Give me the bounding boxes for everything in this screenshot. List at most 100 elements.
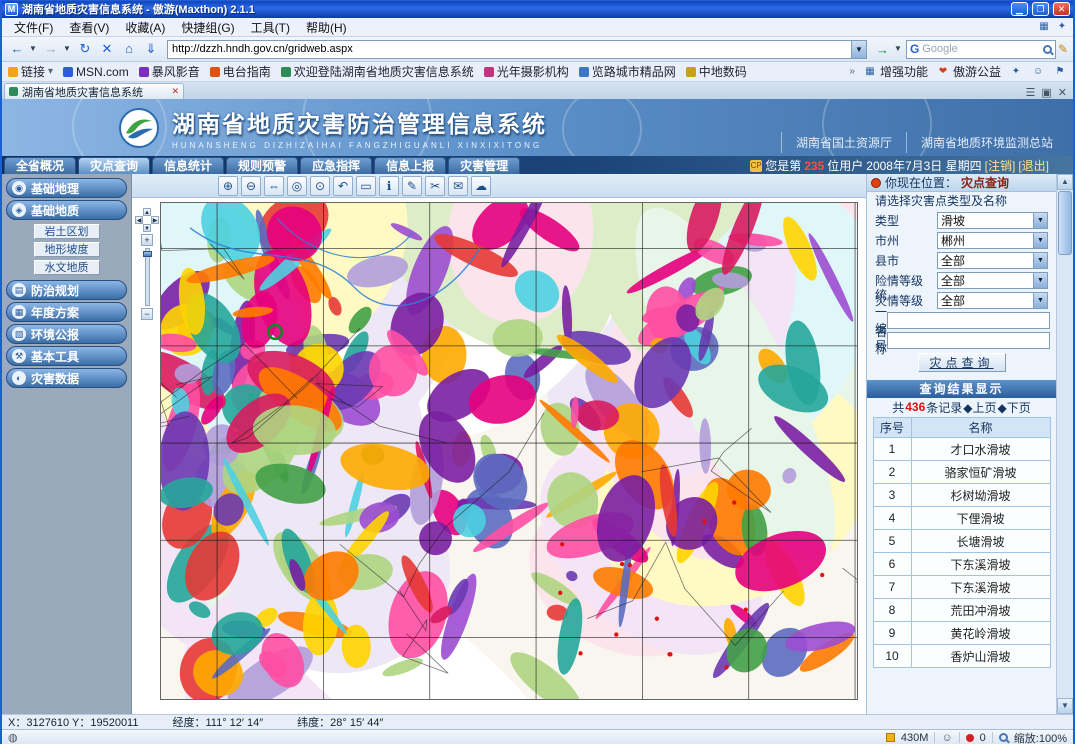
zoom-minus-button[interactable]: − [141,308,153,320]
table-row[interactable]: 4下俚滑坡 [873,507,1050,530]
scroll-down-icon[interactable]: ▼ [1057,698,1073,714]
maxthon-charity[interactable]: ❤傲游公益 [936,63,1001,80]
link-welcome-portal[interactable]: 欢迎登陆湖南省地质灾害信息系统 [281,63,474,80]
sidebar-item-prevention-plan[interactable]: ▤防治规划 [6,280,127,300]
skin-icon[interactable]: ▦ [1037,20,1051,34]
page-scrollbar[interactable]: ▲ ▼ [1056,174,1073,714]
unified-id-input[interactable] [887,312,1050,329]
map-clear-button[interactable]: ✂ [425,176,445,196]
scrollbar-thumb[interactable] [1058,191,1072,255]
map-select-button[interactable]: ▭ [356,176,376,196]
scroll-up-icon[interactable]: ▲ [1057,174,1073,190]
map-pan-button[interactable]: ⇔ [264,176,284,196]
link-city-site[interactable]: 览路城市精品网 [579,63,676,80]
zoom-plus-button[interactable]: + [141,234,153,246]
menu-file[interactable]: 文件(F) [6,18,61,37]
danger-level-select[interactable]: 全部▼ [937,272,1048,289]
pan-left-button[interactable]: ◀ [135,216,143,224]
bell-icon[interactable]: ✦ [1009,65,1023,79]
links-overflow-chevron[interactable]: » [849,66,855,77]
search-box[interactable]: G Google [906,40,1056,59]
query-button[interactable]: 灾点查询 [918,353,1006,372]
map-identify-button[interactable]: ℹ [379,176,399,196]
map-zoom-out-button[interactable]: ⊖ [241,176,261,196]
map-previous-view-button[interactable]: ↶ [333,176,353,196]
home-button[interactable]: ⌂ [119,39,139,59]
user-status-icon[interactable]: ☺ [941,732,952,744]
zoom-slider[interactable] [145,248,150,306]
pan-up-button[interactable]: ▲ [143,208,151,216]
links-menu[interactable]: 链接▾ [8,63,53,80]
flag-icon[interactable]: ⚑ [1053,65,1067,79]
pan-right-button[interactable]: ▶ [151,216,159,224]
minimize-button[interactable]: ▁ [1011,2,1028,16]
tab-info-report[interactable]: 信息上报 [374,157,446,174]
link-msn[interactable]: MSN.com [63,65,129,79]
logout-link[interactable]: [注销] [985,157,1016,174]
link-radio-guide[interactable]: 电台指南 [210,63,271,80]
map-measure-button[interactable]: ✎ [402,176,422,196]
map-full-extent-button[interactable]: ◎ [287,176,307,196]
sidebar-item-basic-tools[interactable]: ⚒基本工具 [6,346,127,366]
search-icon[interactable] [1043,45,1052,54]
table-row[interactable]: 8荒田冲滑坡 [873,599,1050,622]
forward-dropdown[interactable]: ▼ [63,39,73,59]
address-input[interactable] [168,43,851,55]
close-button[interactable]: ✕ [1053,2,1070,16]
menu-tools[interactable]: 工具(T) [243,18,298,37]
county-select[interactable]: 全部▼ [937,252,1048,269]
disaster-level-select[interactable]: 全部▼ [937,292,1048,309]
next-page-link[interactable]: ◆下页 [998,399,1031,416]
prefecture-select[interactable]: 郴州▼ [937,232,1048,249]
link-land-resources-dept[interactable]: 湖南省国土资源厅 [781,132,906,153]
forward-button[interactable]: → [41,39,61,59]
sidebar-item-disaster-data[interactable]: ◐灾害数据 [6,368,127,388]
tab-list-icon[interactable]: ☰ [1026,86,1036,99]
tab-rule-warning[interactable]: 规则预警 [226,157,298,174]
tab-disaster-manage[interactable]: 灾害管理 [448,157,520,174]
new-tab-icon[interactable]: ▣ [1041,86,1051,99]
table-row[interactable]: 2骆家恒矿滑坡 [873,461,1050,484]
zoom-slider-thumb[interactable] [143,251,152,257]
map-canvas[interactable] [160,202,858,700]
type-select[interactable]: 滑坡▼ [937,212,1048,229]
table-row[interactable]: 10香炉山滑坡 [873,645,1050,668]
menu-view[interactable]: 查看(V) [61,18,117,37]
sidebar-item-basic-geology[interactable]: ◈基础地质 [6,200,127,220]
table-row[interactable]: 3杉树坳滑坡 [873,484,1050,507]
menu-groups[interactable]: 快捷组(G) [173,18,242,37]
link-storm-player[interactable]: 暴风影音 [139,63,200,80]
go-button[interactable]: → [873,42,892,57]
menu-favorites[interactable]: 收藏(A) [117,18,173,37]
map-zoom-in-button[interactable]: ⊕ [218,176,238,196]
table-row[interactable]: 7下东溪滑坡 [873,576,1050,599]
address-dropdown[interactable]: ▼ [851,41,866,58]
download-button[interactable]: ⇓ [141,39,161,59]
go-dropdown[interactable]: ▼ [894,39,904,59]
tabbar-close-icon[interactable]: ✕ [1058,86,1067,99]
refresh-button[interactable]: ↻ [75,39,95,59]
exit-link[interactable]: [退出] [1018,157,1049,174]
back-dropdown[interactable]: ▼ [29,39,39,59]
tab-statistics[interactable]: 信息统计 [152,157,224,174]
tab-close-icon[interactable]: ✕ [171,86,179,97]
sub-item-terrain-slope[interactable]: 地形坡度 [34,242,100,257]
edit-icon[interactable]: ✎ [1058,42,1068,56]
sub-item-rock-soil-zoning[interactable]: 岩土区划 [34,224,100,239]
map-weather-button[interactable]: ☁ [471,176,491,196]
scrollbar-track[interactable] [1057,190,1073,698]
feed-icon[interactable]: ✦ [1055,20,1069,34]
sidebar-item-annual-scheme[interactable]: ▦年度方案 [6,302,127,322]
table-row[interactable]: 1才口水滑坡 [873,438,1050,461]
sub-item-hydrogeology[interactable]: 水文地质 [34,260,100,275]
zoom-icon[interactable] [999,733,1008,742]
map-center-button[interactable]: ⊙ [310,176,330,196]
sidebar-item-env-bulletin[interactable]: ▧环境公报 [6,324,127,344]
back-button[interactable]: ← [7,39,27,59]
map-print-button[interactable]: ✉ [448,176,468,196]
link-zhongdi[interactable]: 中地数码 [686,63,747,80]
tab-disaster-query[interactable]: 灾点查询 [78,157,150,174]
enhance-features[interactable]: ▦增强功能 [863,63,928,80]
menu-help[interactable]: 帮助(H) [298,18,355,37]
name-input[interactable] [887,332,1050,349]
